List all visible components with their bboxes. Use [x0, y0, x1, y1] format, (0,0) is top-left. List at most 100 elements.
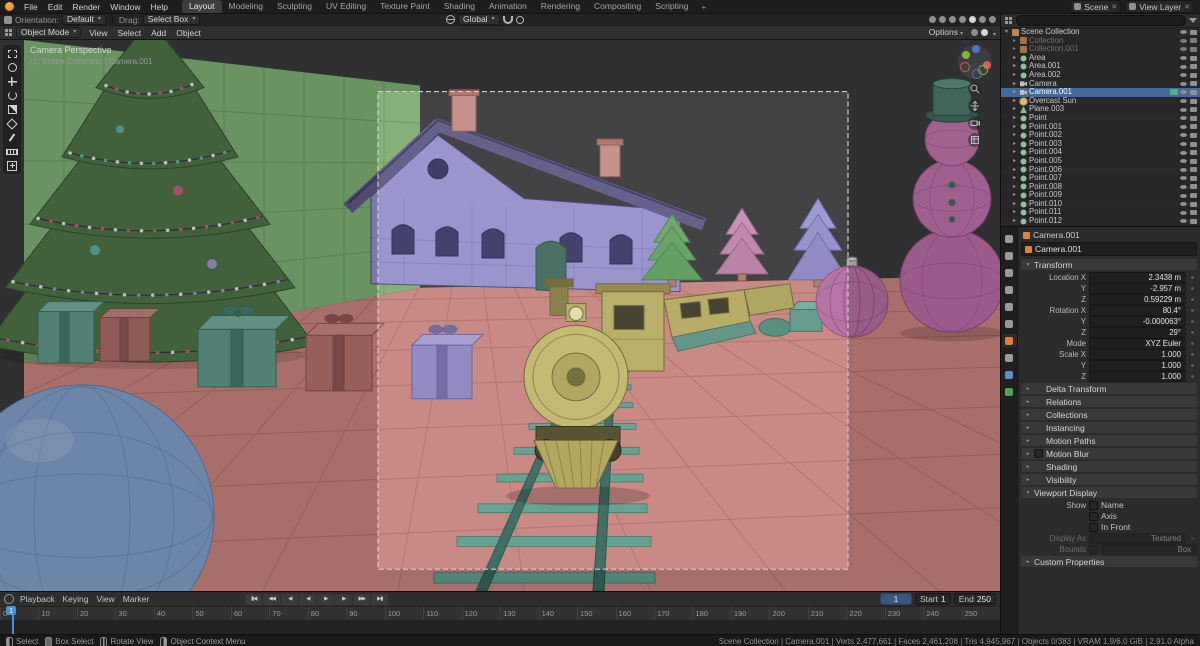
viewport-display-panel-header[interactable]: ▾ Viewport Display [1021, 487, 1197, 498]
disable-in-render-icon[interactable] [1190, 55, 1197, 61]
hide-in-viewport-icon[interactable] [1180, 219, 1187, 224]
scale-z-field[interactable]: 1.000 [1089, 370, 1186, 382]
tool-add-cube[interactable] [5, 159, 19, 172]
prev-keyframe-button[interactable]: ◀◀ [263, 593, 281, 605]
outliner-row[interactable]: ▾ Scene Collection [1001, 28, 1200, 37]
disable-in-render-icon[interactable] [1190, 46, 1197, 52]
timeline-menu-View[interactable]: View [93, 594, 119, 604]
play-reverse-button[interactable]: ◀ [299, 593, 317, 605]
animate-dot[interactable] [1189, 319, 1196, 323]
hide-in-viewport-icon[interactable] [1180, 176, 1187, 181]
outliner-row[interactable]: ▸ Overcast Sun [1001, 96, 1200, 106]
outliner-row[interactable]: ▸ Point.007 [1001, 174, 1200, 183]
location-y-field[interactable]: -2.957 m [1089, 282, 1186, 294]
expand-icon[interactable]: ▸ [1011, 37, 1018, 46]
disable-in-render-icon[interactable] [1190, 193, 1197, 199]
clear-scene-icon[interactable]: ✕ [1111, 3, 1117, 11]
properties-tab-tool[interactable] [1002, 232, 1017, 245]
tool-cursor[interactable] [5, 61, 19, 74]
expand-icon[interactable]: ▸ [1011, 123, 1018, 132]
tool-scale[interactable] [5, 103, 19, 116]
camera-view-icon[interactable] [968, 116, 982, 130]
properties-tab-world[interactable] [1002, 317, 1017, 330]
drag-dropdown[interactable]: Select Box [142, 14, 201, 25]
disable-in-render-icon[interactable] [1190, 175, 1197, 181]
expand-icon[interactable]: ▸ [1011, 183, 1018, 192]
expand-icon[interactable]: ▸ [1011, 105, 1018, 114]
disable-in-render-icon[interactable] [1190, 141, 1197, 147]
workspace-tab[interactable]: Shading [437, 0, 482, 13]
timeline-menu-Keying[interactable]: Keying [59, 594, 93, 604]
menu-Edit[interactable]: Edit [43, 2, 68, 12]
viewport-menu-Select[interactable]: Select [113, 28, 147, 38]
disable-in-render-icon[interactable] [1190, 210, 1197, 216]
workspace-tab[interactable]: Layout [181, 0, 222, 13]
outliner-row[interactable]: ▸ Collection.001 [1001, 45, 1200, 54]
outliner-row[interactable]: ▸ Camera [1001, 79, 1200, 89]
outliner-search-input[interactable] [1016, 15, 1186, 26]
toggle-projection-icon[interactable] [968, 133, 982, 147]
hide-in-viewport-icon[interactable] [1180, 99, 1187, 104]
disable-in-render-icon[interactable] [1190, 158, 1197, 164]
proportional-edit-icon[interactable] [515, 15, 524, 24]
bounds-dropdown[interactable]: Box [1101, 543, 1196, 555]
hide-in-viewport-icon[interactable] [1180, 30, 1187, 35]
frame-start-field[interactable]: Start 1 [915, 593, 951, 605]
expand-icon[interactable]: ▸ [1011, 80, 1018, 89]
rotation-mode-field[interactable]: XYZ Euler [1089, 337, 1186, 349]
hide-in-viewport-icon[interactable] [1180, 38, 1187, 43]
rotation-x-field[interactable]: 80.4° [1089, 304, 1186, 316]
show-in-front-checkbox[interactable] [1089, 522, 1098, 532]
rotation-z-field[interactable]: 29° [1089, 326, 1186, 338]
tool-transform[interactable] [5, 117, 19, 130]
editor-type-icon[interactable] [4, 28, 13, 37]
axis-z-neg-dot[interactable] [972, 69, 982, 79]
workspace-tab[interactable]: Animation [482, 0, 534, 13]
move-view-icon[interactable] [968, 99, 982, 113]
expand-icon[interactable]: ▸ [1011, 157, 1018, 166]
panel-header[interactable]: ▸ Relations [1021, 396, 1197, 407]
object-name-field[interactable]: Camera.001 [1021, 242, 1197, 256]
viewport-menu-Object[interactable]: Object [171, 28, 206, 38]
location-z-field[interactable]: 0.59229 m [1089, 293, 1186, 305]
disable-in-render-icon[interactable] [1190, 184, 1197, 190]
transform-panel-header[interactable]: ▾ Transform [1021, 259, 1197, 270]
properties-tab-scene[interactable] [1002, 300, 1017, 313]
scale-y-field[interactable]: 1.000 [1089, 359, 1186, 371]
current-frame-field[interactable]: 1 [880, 593, 912, 605]
disable-in-render-icon[interactable] [1190, 115, 1197, 121]
properties-tab-physics[interactable] [1002, 368, 1017, 381]
expand-icon[interactable]: ▸ [1011, 200, 1018, 209]
disable-in-render-icon[interactable] [1190, 201, 1197, 207]
show-name-checkbox[interactable] [1089, 500, 1098, 510]
disable-in-render-icon[interactable] [1190, 132, 1197, 138]
hide-in-viewport-icon[interactable] [1180, 81, 1187, 86]
disable-in-render-icon[interactable] [1190, 72, 1197, 78]
show-overlays-icon[interactable] [939, 16, 946, 23]
outliner-row[interactable]: ▸ Camera.001 [1001, 88, 1200, 97]
hide-in-viewport-icon[interactable] [1180, 64, 1187, 69]
timeline-menu-Playback[interactable]: Playback [16, 594, 59, 604]
workspace-tab[interactable]: Scripting [648, 0, 695, 13]
hide-in-viewport-icon[interactable] [1180, 159, 1187, 164]
properties-tab-render[interactable] [1002, 249, 1017, 262]
expand-icon[interactable]: ▸ [1011, 62, 1018, 71]
shading-wireframe-icon[interactable] [959, 16, 966, 23]
shading-material-icon[interactable] [979, 16, 986, 23]
animate-dot[interactable] [1189, 330, 1196, 334]
expand-icon[interactable]: ▸ [1011, 166, 1018, 175]
expand-icon[interactable]: ▸ [1011, 191, 1018, 200]
prev-frame-button[interactable]: ◀ [281, 593, 299, 605]
workspace-tab[interactable]: Texture Paint [373, 0, 437, 13]
expand-icon[interactable]: ▸ [1011, 131, 1018, 140]
outliner-row[interactable]: ▸ Point.006 [1001, 165, 1200, 175]
location-x-field[interactable]: 2.3438 m [1089, 271, 1186, 283]
hide-in-viewport-icon[interactable] [1180, 142, 1187, 147]
disable-in-render-icon[interactable] [1190, 98, 1197, 104]
disable-in-render-icon[interactable] [1190, 167, 1197, 173]
animate-dot[interactable] [1189, 308, 1196, 312]
shading-rendered-icon[interactable] [989, 16, 996, 23]
outliner-row[interactable]: ▸ Point.010 [1001, 199, 1200, 209]
outliner-row[interactable]: ▸ Point.009 [1001, 191, 1200, 200]
panel-header[interactable]: ▸ Motion Blur [1021, 448, 1197, 459]
